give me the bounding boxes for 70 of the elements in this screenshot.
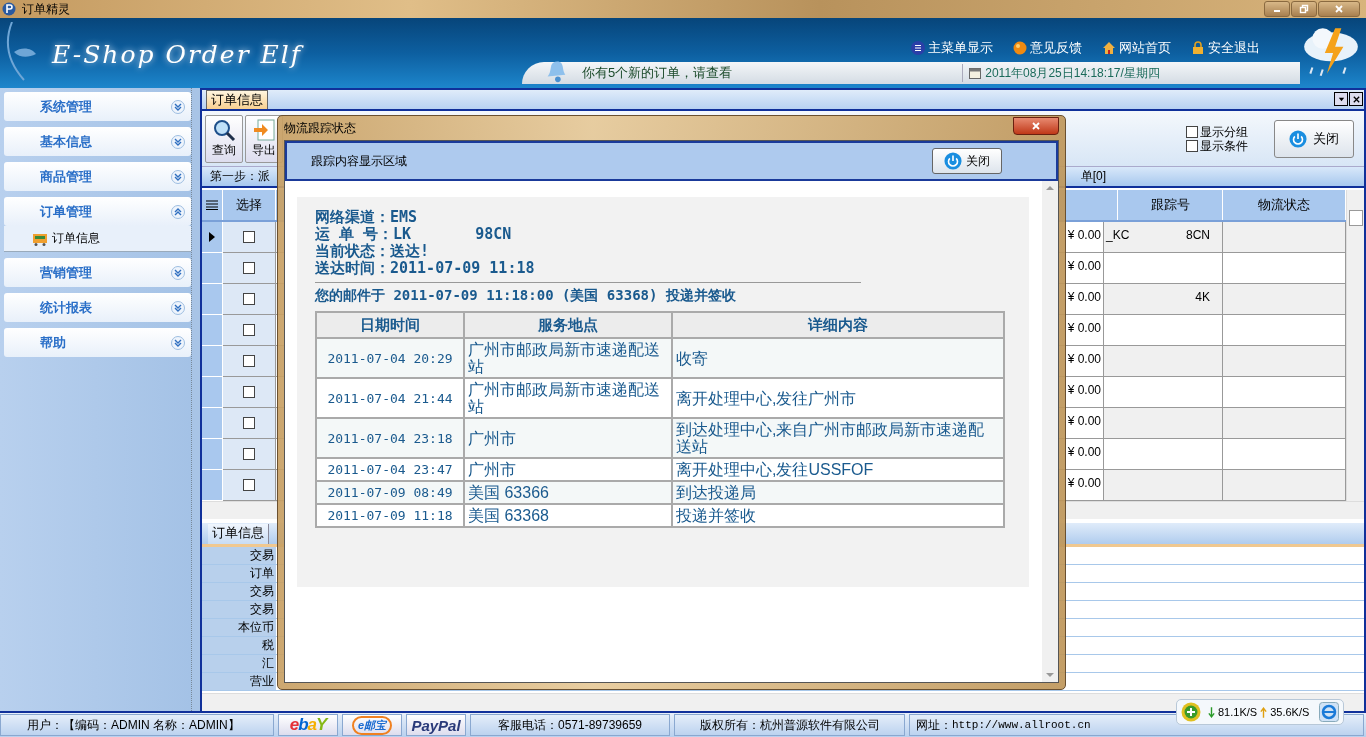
tab[interactable]: 订单信息 <box>208 523 270 544</box>
sidebar-item[interactable]: 商品管理 <box>4 162 192 191</box>
table-cell: 2011-07-09 11:18 <box>316 504 464 527</box>
table-cell: 收寄 <box>672 338 1004 378</box>
option-checkbox[interactable]: 显示分组 <box>1186 124 1248 139</box>
sidebar-item[interactable]: 基本信息 <box>4 127 192 156</box>
phone-info: 客服电话：0571-89739659 <box>470 714 670 736</box>
table-cell: 离开处理中心,发往USSFOF <box>672 458 1004 481</box>
user-info: 用户：【编码：ADMIN 名称：ADMIN】 <box>0 714 274 736</box>
new-order-notice[interactable]: 你有5个新的订单，请查看 <box>582 64 733 82</box>
download-speed: 81.1K/S <box>1218 706 1258 718</box>
window-title: 订单精灵 <box>22 0 70 18</box>
delivery-summary: 您的邮件于 2011-07-09 11:18:00 (美国 63368) 投递并签收 <box>315 287 737 305</box>
table-cell: 美国 63366 <box>464 481 672 504</box>
step-label: 第一步：派 <box>210 167 271 185</box>
column-header[interactable]: 跟踪号 <box>1118 189 1223 220</box>
table-cell: _KC 8CN <box>1104 221 1223 253</box>
nav-link[interactable]: 网站首页 <box>1102 38 1171 58</box>
nav-link[interactable]: 安全退出 <box>1191 38 1260 58</box>
table-cell: 广州市 <box>464 418 672 458</box>
column-header: 服务地点 <box>464 312 672 338</box>
table-cell: 4K <box>1104 283 1223 315</box>
close-button[interactable]: 关闭 <box>932 148 1002 174</box>
info-label: 网络渠道： <box>315 209 390 226</box>
copyright-info: 版权所有：杭州普源软件有限公司 <box>674 714 905 736</box>
info-value: 98CN <box>475 226 512 243</box>
youbao-logo[interactable]: e邮宝 <box>351 715 393 735</box>
sidebar-item[interactable]: 统计报表 <box>4 293 192 322</box>
table-cell: 到达处理中心,来自广州市邮政局新市速递配送站 <box>672 418 1004 458</box>
info-label: 送达时间： <box>315 260 390 277</box>
table-cell: 广州市邮政局新市速递配送站 <box>464 338 672 378</box>
sidebar-item[interactable]: 营销管理 <box>4 258 192 287</box>
sidebar-item[interactable]: 帮助 <box>4 328 192 357</box>
close-button[interactable]: 关闭 <box>1274 119 1354 158</box>
table-cell: 到达投递局 <box>672 481 1004 504</box>
date-time: 2011年08月25日14:18:17/星期四 <box>985 64 1160 82</box>
info-value: LK <box>393 226 412 243</box>
info-value: 送达! <box>390 243 430 260</box>
table-cell: 2011-07-04 21:44 <box>316 378 464 418</box>
app-logo: E-Shop Order Elf <box>52 40 303 71</box>
table-cell: 2011-07-09 08:49 <box>316 481 464 504</box>
toolbar-button[interactable]: 查询 <box>205 114 244 163</box>
website-link[interactable]: http://www.allroot.cn <box>952 719 1091 731</box>
table-cell: 美国 63368 <box>464 504 672 527</box>
table-cell: 2011-07-04 20:29 <box>316 338 464 378</box>
info-value: 2011-07-09 11:18 <box>390 260 535 277</box>
table-cell: 广州市 <box>464 458 672 481</box>
column-header: 日期时间 <box>316 312 464 338</box>
sidebar-item[interactable]: 系统管理 <box>4 92 192 121</box>
dialog-title: 物流跟踪状态 <box>284 119 356 137</box>
sidebar-item[interactable]: 订单管理 <box>4 197 192 226</box>
table-cell: 2011-07-04 23:47 <box>316 458 464 481</box>
column-header: 详细内容 <box>672 312 1004 338</box>
tab[interactable]: 订单信息 <box>206 90 269 110</box>
info-value: EMS <box>390 209 418 226</box>
table-cell: 投递并签收 <box>672 504 1004 527</box>
sidebar-subitem[interactable]: 订单信息 <box>4 226 192 252</box>
info-label: 当前状态： <box>315 243 390 260</box>
step-label: 单[0] <box>1080 167 1106 185</box>
column-header[interactable]: 选择 <box>223 189 277 220</box>
option-checkbox[interactable]: 显示条件 <box>1186 138 1248 153</box>
nav-link[interactable]: 主菜单显示 <box>911 38 993 58</box>
table-cell: 离开处理中心,发往广州市 <box>672 378 1004 418</box>
nav-link[interactable]: 意见反馈 <box>1013 38 1082 58</box>
table-cell: 广州市邮政局新市速递配送站 <box>464 378 672 418</box>
info-label: 运 单 号： <box>315 226 394 243</box>
website-label: 网址： <box>916 716 952 734</box>
table-cell: 2011-07-04 23:18 <box>316 418 464 458</box>
upload-speed: 35.6K/S <box>1270 706 1310 718</box>
header-label: 跟踪内容显示区域 <box>311 152 407 170</box>
